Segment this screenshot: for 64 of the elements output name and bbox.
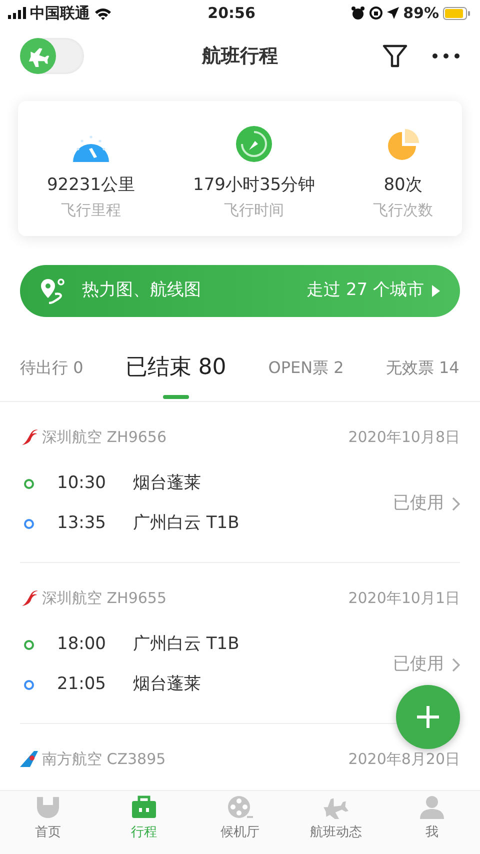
carrier-name: 中国联通 <box>30 2 90 24</box>
departure-airport: 烟台蓬莱 <box>133 472 201 496</box>
stat-value: 92231公里 <box>46 174 136 197</box>
caret-icon <box>432 285 440 297</box>
person-icon <box>419 795 445 819</box>
airline-flight: 深圳航空 ZH9655 <box>42 588 166 609</box>
chevron-icon <box>452 658 460 672</box>
tab[interactable]: 待出行 0 <box>20 343 84 399</box>
arrival-airport: 烟台蓬莱 <box>133 673 201 696</box>
nav-tab[interactable]: 首页 <box>0 791 96 842</box>
status-time: 20:56 <box>208 2 256 24</box>
flight-date: 2020年8月20日 <box>348 748 460 770</box>
airline-flight: 南方航空 CZ3895 <box>42 748 166 770</box>
film-reel-icon <box>227 795 253 819</box>
usage-status[interactable]: 已使用 <box>393 652 460 678</box>
flight-date: 2020年10月1日 <box>348 588 460 609</box>
plane-icon <box>27 45 49 67</box>
tab[interactable]: OPEN票 2 <box>268 343 344 399</box>
departure-airport: 广州白云 T1B <box>133 633 240 656</box>
add-button[interactable] <box>396 685 460 749</box>
stat-label: 飞行次数 <box>373 200 434 220</box>
bird-logo-icon <box>20 589 38 607</box>
tail-logo-icon <box>20 750 38 768</box>
signal-icon <box>8 7 26 19</box>
stat-value: 80次 <box>384 174 422 197</box>
cities-link: 走过 27 个城市 <box>306 279 424 302</box>
briefcase-icon <box>131 795 157 819</box>
stat-label: 飞行时间 <box>224 200 284 220</box>
chevron-icon <box>452 497 460 511</box>
more-icon[interactable] <box>432 53 460 59</box>
bird-logo-icon <box>20 428 38 446</box>
stat-value: 179小时35分钟 <box>193 174 316 197</box>
departure-time: 10:30 <box>57 472 107 496</box>
pie-chart-icon <box>385 127 422 163</box>
battery-percent: 89% <box>403 2 439 24</box>
tab[interactable]: 无效票 14 <box>386 343 460 399</box>
tab[interactable]: 已结束 80 <box>125 343 226 399</box>
page-title: 航班行程 <box>202 44 278 69</box>
timer-icon <box>235 125 274 163</box>
airline-flight: 深圳航空 ZH9656 <box>42 426 166 448</box>
location-icon <box>387 7 400 19</box>
plus-icon <box>416 705 440 729</box>
stat-label: 飞行里程 <box>61 200 122 220</box>
usage-status[interactable]: 已使用 <box>393 491 460 517</box>
arrival-time: 21:05 <box>57 673 107 696</box>
battery-icon <box>443 6 470 20</box>
flight-date: 2020年10月8日 <box>348 426 460 448</box>
nav-tab[interactable]: 我 <box>384 791 480 842</box>
map-pin-icon <box>40 278 66 304</box>
route-dot <box>24 680 34 690</box>
filter-icon[interactable] <box>382 43 408 69</box>
departure-time: 18:00 <box>57 633 107 656</box>
arrival-airport: 广州白云 T1B <box>133 512 240 536</box>
nav-tab[interactable]: 候机厅 <box>192 791 288 842</box>
route-dot <box>24 479 34 489</box>
nav-tab[interactable]: 航班动态 <box>288 791 384 842</box>
wifi-icon <box>94 6 112 20</box>
mode-toggle[interactable] <box>20 38 84 74</box>
route-dot <box>24 519 34 529</box>
banner-title: 热力图、航线图 <box>82 279 201 302</box>
arrival-time: 13:35 <box>57 512 107 536</box>
map-banner[interactable]: 热力图、航线图 走过 27 个城市 <box>20 265 460 317</box>
nav-tab[interactable]: 行程 <box>96 791 192 842</box>
route-dot <box>24 640 34 650</box>
